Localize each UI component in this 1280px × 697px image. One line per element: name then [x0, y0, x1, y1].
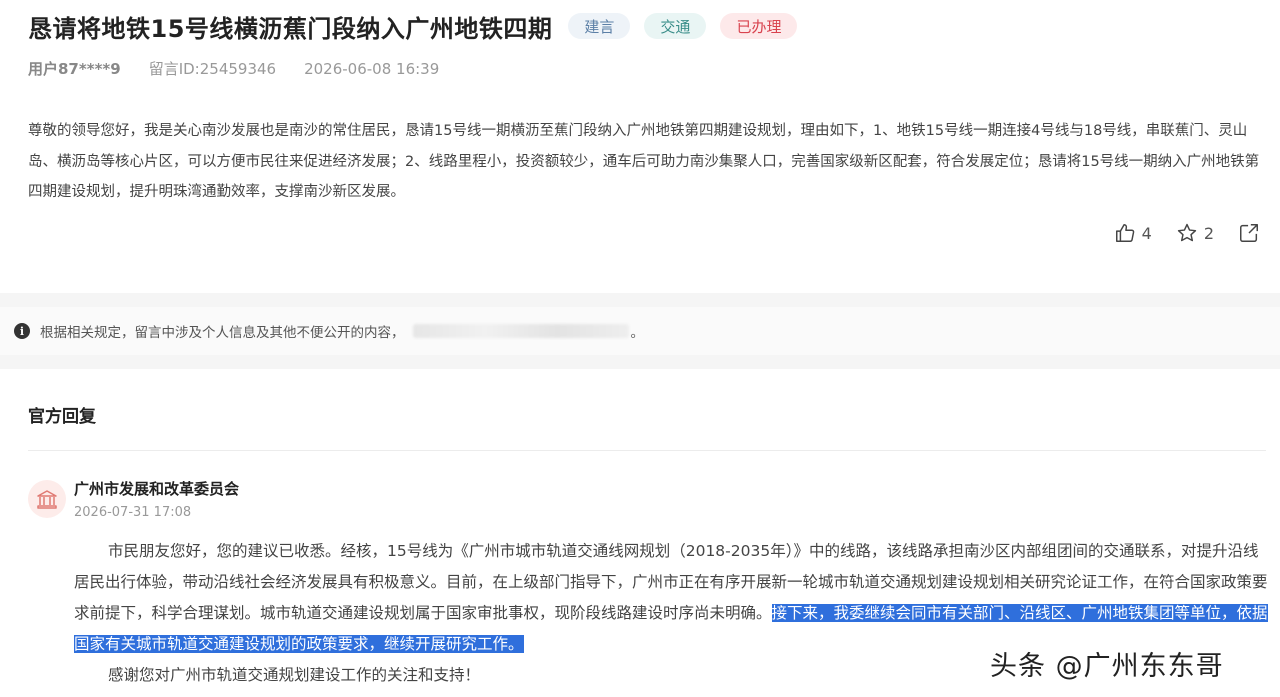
redacted-text	[412, 324, 629, 338]
like-button[interactable]: 4	[1114, 222, 1152, 244]
thumbs-up-icon	[1115, 224, 1134, 242]
section-spacer	[0, 293, 1280, 307]
share-button[interactable]	[1238, 222, 1266, 244]
org-avatar	[28, 480, 66, 518]
post-meta: 用户87****9 留言ID:25459346 2026-06-08 16:39	[28, 58, 439, 79]
star-icon	[1177, 223, 1196, 242]
divider	[28, 450, 1266, 451]
reply-paragraph: 市民朋友您好，您的建议已收悉。经核，15号线为《广州市城市轨道交通线网规划（20…	[74, 536, 1270, 660]
post-time: 2026-06-08 16:39	[304, 59, 440, 78]
post-actions: 4 2	[1090, 222, 1266, 244]
notice-text: 根据相关规定，留言中涉及个人信息及其他不便公开的内容，	[40, 325, 405, 341]
favorite-count: 2	[1203, 223, 1214, 243]
post-author[interactable]: 用户87****9	[28, 58, 121, 79]
post-title: 恳请将地铁15号线横沥蕉门段纳入广州地铁四期	[28, 14, 553, 43]
official-reply-heading: 官方回复	[28, 407, 96, 427]
message-body: 尊敬的领导您好，我是关心南沙发展也是南沙的常住居民，恳请15号线一期横沥至蕉门段…	[28, 123, 1260, 200]
watermark: 头条 @广州东东哥	[990, 651, 1224, 682]
tag-status: 已办理	[720, 13, 798, 39]
info-icon: i	[14, 323, 30, 339]
reply-time: 2026-07-31 17:08	[74, 505, 192, 520]
like-count: 4	[1141, 223, 1152, 243]
government-building-icon	[37, 490, 57, 509]
section-spacer	[0, 355, 1280, 369]
favorite-button[interactable]: 2	[1176, 222, 1214, 244]
notice-end: 。	[630, 325, 645, 341]
org-info: 广州市发展和改革委员会 2026-07-31 17:08	[74, 478, 239, 520]
org-name: 广州市发展和改革委员会	[74, 480, 240, 498]
tag-traffic[interactable]: 交通	[644, 13, 707, 39]
share-icon	[1240, 224, 1258, 242]
message-id: 留言ID:25459346	[148, 60, 277, 78]
post-header: 恳请将地铁15号线横沥蕉门段纳入广州地铁四期 建言 交通 已办理	[28, 8, 1260, 44]
tag-suggestion[interactable]: 建言	[568, 13, 631, 39]
reply-org: 广州市发展和改革委员会 2026-07-31 17:08	[28, 478, 239, 520]
privacy-notice: i 根据相关规定，留言中涉及个人信息及其他不便公开的内容， 。	[0, 307, 1280, 355]
